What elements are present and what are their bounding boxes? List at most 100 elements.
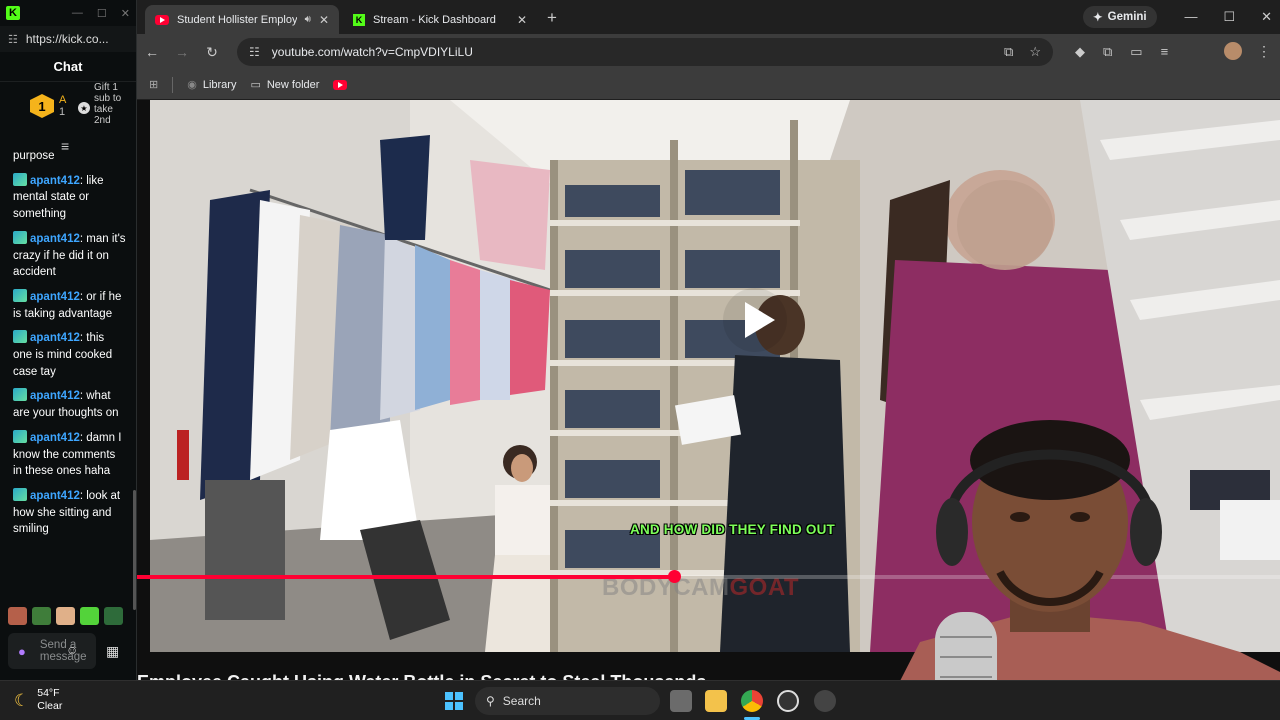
kick-titlebar: K — ☐ ✕ (0, 0, 136, 26)
menu-dots-icon[interactable]: ⋮ (1257, 43, 1271, 60)
emote-icon[interactable] (8, 607, 27, 625)
maximize-icon[interactable]: ☐ (1223, 9, 1235, 25)
pinned-count: 1 (59, 106, 66, 118)
taskbar-search[interactable]: ⚲ Search (475, 687, 660, 715)
youtube-icon (155, 14, 169, 25)
site-settings-icon[interactable]: ☷ (8, 33, 18, 46)
rank-badge: 1 (30, 94, 54, 118)
user-badge-icon (13, 388, 27, 402)
apps-grid-icon[interactable]: ⊞ (149, 78, 158, 91)
bookmark-new-folder[interactable]: ▭ New folder (250, 78, 319, 92)
emote-icon[interactable] (80, 607, 99, 625)
install-app-icon[interactable]: ⧉ (1004, 44, 1013, 60)
chat-username[interactable]: apant412 (30, 490, 80, 502)
chat-username[interactable]: apant412 (30, 332, 80, 344)
emote-icon[interactable] (32, 607, 51, 625)
chat-username[interactable]: apant412 (30, 175, 80, 187)
task-view-icon[interactable] (670, 690, 692, 712)
emoji-icon[interactable]: ☺ (66, 643, 78, 657)
obs-icon[interactable] (777, 690, 799, 712)
video-subtitle: AND HOW DID THEY FIND OUT (630, 522, 835, 537)
windows-taskbar: ☾ 54°F Clear ⚲ Search (0, 680, 1280, 720)
app-icon[interactable] (814, 690, 836, 712)
minimize-icon[interactable]: — (1184, 9, 1197, 25)
media-control-icon[interactable]: ≡ (1161, 44, 1169, 60)
pinned-leaderboard: 1 A 1 ★ Gift 1 sub to take 2nd (0, 82, 136, 140)
streamer-webcam (880, 420, 1280, 720)
profile-avatar[interactable] (1224, 42, 1242, 60)
tab-kick-dashboard[interactable]: K Stream - Kick Dashboard ✕ (343, 5, 537, 34)
file-explorer-icon[interactable] (705, 690, 727, 712)
kick-url-text: https://kick.co... (25, 32, 109, 46)
user-badge-icon (13, 288, 27, 302)
chat-messages: purpose apant412: like mental state or s… (0, 148, 136, 598)
play-icon[interactable] (723, 288, 787, 352)
store-icon[interactable]: ▦ (106, 643, 119, 660)
windows-start-icon[interactable] (445, 692, 463, 710)
chat-username[interactable]: apant412 (30, 390, 80, 402)
desktop: K — ☐ ✕ ☷ https://kick.co... Chat 1 A 1 … (0, 0, 1280, 720)
site-info-icon[interactable]: ☷ (249, 45, 260, 59)
chrome-icon[interactable] (741, 690, 763, 712)
maximize-icon[interactable]: ☐ (97, 7, 107, 20)
weather-condition: Clear (37, 700, 63, 712)
close-icon[interactable]: ✕ (1261, 9, 1272, 25)
chat-message: apant412: man it's crazy if he did it on… (13, 230, 126, 279)
close-icon[interactable]: ✕ (121, 7, 130, 20)
emote-icon[interactable] (104, 607, 123, 625)
user-badge-icon (13, 487, 27, 501)
tab-title: Stream - Kick Dashboard (373, 13, 496, 26)
gift-icon[interactable]: ★ (78, 102, 90, 114)
chat-scrollbar[interactable] (133, 490, 136, 610)
reload-icon[interactable]: ↻ (197, 44, 227, 61)
minimize-icon[interactable]: — (72, 7, 83, 20)
chat-username[interactable]: apant412 (30, 291, 80, 303)
close-tab-icon[interactable]: ✕ (517, 13, 527, 27)
pinned-user-initial: A (59, 94, 67, 106)
bookmarks-bar: ⊞ ◉ Library ▭ New folder (137, 70, 1280, 100)
kick-icon: K (353, 13, 365, 26)
bookmark-library[interactable]: ◉ Library (187, 78, 236, 92)
chat-message: apant412: damn I know the comments in th… (13, 429, 122, 478)
back-arrow-icon[interactable]: ← (137, 44, 167, 60)
bookmark-star-icon[interactable]: ☆ (1029, 44, 1041, 60)
emote-icon[interactable] (56, 607, 75, 625)
weather-widget[interactable]: ☾ 54°F Clear (14, 687, 62, 713)
chat-message: apant412: or if he is taking advantage (13, 288, 122, 320)
chat-username[interactable]: apant412 (30, 432, 80, 444)
tab-youtube-video[interactable]: Student Hollister Employee 🔊︎ ✕ (145, 5, 339, 34)
user-badge-icon (13, 330, 27, 344)
chat-title: Chat (0, 52, 136, 82)
microphone-icon[interactable]: ● (18, 644, 26, 659)
chat-message: apant412: like mental state or something (13, 172, 104, 221)
youtube-bookmark-icon[interactable] (333, 79, 348, 90)
gift-sub-text[interactable]: Gift 1 sub to take 2nd (94, 82, 124, 126)
user-badge-icon (13, 429, 27, 443)
kick-logo-icon: K (6, 6, 20, 20)
gemini-button[interactable]: ✦ Gemini (1083, 6, 1157, 28)
user-badge-icon (13, 172, 27, 186)
folder-icon: ▭ (250, 79, 261, 91)
extension-icon[interactable]: ◆ (1075, 44, 1085, 60)
tab-strip: Student Hollister Employee 🔊︎ ✕ K Stream… (137, 0, 1280, 34)
chat-message: apant412: what are your thoughts on (13, 388, 119, 420)
video-title[interactable]: Employee Caught Using Water Bottle in Se… (137, 672, 706, 680)
address-bar[interactable]: ☷ youtube.com/watch?v=CmpVDIYLiLU ⧉ ☆ (237, 38, 1053, 66)
tab-title: Student Hollister Employee (177, 13, 297, 26)
new-tab-button[interactable]: + (547, 8, 557, 28)
url-text: youtube.com/watch?v=CmpVDIYLiLU (271, 45, 473, 59)
user-badge-icon (13, 230, 27, 244)
puzzle-icon[interactable]: ⧉ (1103, 44, 1112, 60)
side-panel-icon[interactable]: ▭ (1130, 44, 1142, 60)
close-tab-icon[interactable]: ✕ (319, 13, 329, 27)
kick-address-bar[interactable]: ☷ https://kick.co... (0, 26, 136, 52)
chat-username[interactable]: apant412 (30, 233, 80, 245)
browser-toolbar: ← → ↻ ☷ youtube.com/watch?v=CmpVDIYLiLU … (137, 34, 1280, 70)
chat-message-input[interactable]: ● Send a message (8, 633, 96, 669)
speaker-icon[interactable]: 🔊︎ (305, 14, 311, 25)
forward-arrow-icon[interactable]: → (167, 44, 197, 60)
chat-message: purpose (13, 150, 55, 162)
webcam-overlay (880, 412, 1280, 720)
search-icon: ⚲ (486, 694, 495, 708)
temperature: 54°F (37, 687, 60, 699)
